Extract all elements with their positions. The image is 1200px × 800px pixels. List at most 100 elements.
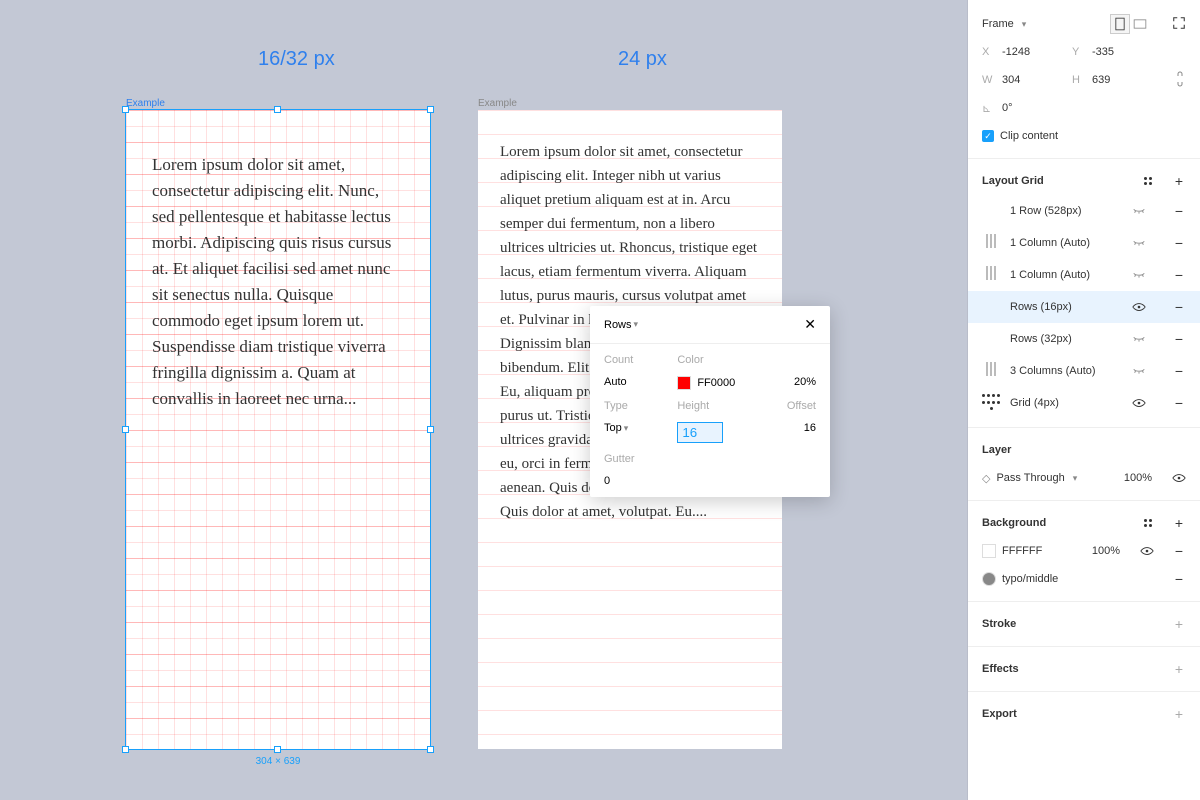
count-label: Count (604, 354, 669, 366)
resize-handle[interactable] (274, 746, 281, 753)
eye-closed-icon[interactable] (1132, 332, 1146, 346)
frame-label-1[interactable]: Example (126, 98, 165, 109)
eye-closed-icon[interactable] (1132, 364, 1146, 378)
grid-settings-popup: Rows ▾ ✕ Count Color Auto FF0000 20% Typ… (590, 306, 830, 497)
popup-title[interactable]: Rows (604, 319, 632, 331)
eye-icon[interactable] (1172, 471, 1186, 485)
grid-item-label: 3 Columns (Auto) (1010, 365, 1122, 377)
bg-opacity-input[interactable]: 100% (1092, 545, 1120, 557)
h-label: H (1072, 74, 1086, 86)
layout-grid-item[interactable]: Rows (32px) (968, 323, 1200, 355)
type-dropdown[interactable]: Top (604, 422, 622, 434)
grid-item-label: 1 Row (528px) (1010, 205, 1122, 217)
rows-icon[interactable] (982, 202, 1000, 220)
resize-handle[interactable] (122, 426, 129, 433)
grid-color-swatch[interactable] (677, 376, 691, 390)
background-title: Background (982, 517, 1046, 529)
add-effect-button[interactable] (1172, 662, 1186, 676)
columns-icon[interactable] (982, 266, 1000, 284)
blend-mode-icon: ◇ (982, 472, 990, 485)
h-input[interactable]: 639 (1092, 74, 1136, 86)
constrain-proportions-icon[interactable] (1174, 71, 1186, 90)
add-grid-button[interactable] (1172, 174, 1186, 188)
resize-handle[interactable] (427, 746, 434, 753)
clip-content-checkbox[interactable]: ✓ (982, 130, 994, 142)
y-label: Y (1072, 46, 1086, 58)
layout-grid-item[interactable]: 1 Column (Auto) (968, 227, 1200, 259)
resize-handle[interactable] (122, 106, 129, 113)
rows-icon[interactable] (982, 330, 1000, 348)
layout-grid-item[interactable]: Grid (4px) (968, 387, 1200, 419)
x-label: X (982, 46, 996, 58)
columns-icon[interactable] (982, 234, 1000, 252)
add-bg-button[interactable] (1172, 516, 1186, 530)
y-input[interactable]: -335 (1092, 46, 1114, 58)
resize-handle[interactable] (427, 426, 434, 433)
remove-style-button[interactable] (1172, 572, 1186, 586)
layout-grid-item[interactable]: 3 Columns (Auto) (968, 355, 1200, 387)
effects-title: Effects (982, 663, 1019, 675)
chevron-down-icon: ▾ (634, 319, 639, 330)
resize-handle[interactable] (427, 106, 434, 113)
frame-type-dropdown[interactable]: Frame (982, 18, 1014, 30)
remove-grid-button[interactable] (1172, 204, 1186, 218)
resize-handle[interactable] (122, 746, 129, 753)
offset-input[interactable]: 16 (751, 422, 816, 443)
grid-item-label: 1 Column (Auto) (1010, 237, 1122, 249)
resize-handle[interactable] (274, 106, 281, 113)
style-swatch[interactable] (982, 572, 996, 586)
eye-icon[interactable] (1132, 396, 1146, 410)
gutter-input[interactable]: 0 (604, 475, 816, 487)
eye-closed-icon[interactable] (1132, 204, 1146, 218)
frame-label-2[interactable]: Example (478, 98, 517, 109)
eye-closed-icon[interactable] (1132, 268, 1146, 282)
grid-styles-icon[interactable] (1144, 177, 1152, 185)
height-label: Height (677, 400, 742, 412)
resize-to-fit-icon[interactable] (1172, 16, 1186, 33)
bg-swatch[interactable] (982, 544, 996, 558)
rotation-input[interactable]: 0° (1002, 102, 1013, 114)
eye-icon[interactable] (1132, 300, 1146, 314)
selection-dimensions: 304 × 639 (256, 756, 301, 767)
grid-color-hex[interactable]: FF0000 (697, 377, 735, 389)
height-input[interactable] (677, 422, 723, 443)
add-export-button[interactable] (1172, 707, 1186, 721)
grid-color-opacity[interactable]: 20% (751, 376, 816, 390)
export-title: Export (982, 708, 1017, 720)
w-input[interactable]: 304 (1002, 74, 1066, 86)
add-stroke-button[interactable] (1172, 617, 1186, 631)
eye-icon[interactable] (1140, 544, 1154, 558)
count-input[interactable]: Auto (604, 376, 669, 390)
bg-styles-icon[interactable] (1144, 519, 1152, 527)
remove-grid-button[interactable] (1172, 396, 1186, 410)
x-input[interactable]: -1248 (1002, 46, 1066, 58)
layer-opacity-input[interactable]: 100% (1124, 472, 1152, 484)
bg-hex-input[interactable]: FFFFFF (1002, 545, 1042, 557)
frame-example-1[interactable]: Lorem ipsum dolor sit amet, consectetur … (126, 110, 430, 749)
remove-grid-button[interactable] (1172, 268, 1186, 282)
grid-icon[interactable] (982, 394, 1000, 412)
close-icon[interactable]: ✕ (804, 316, 816, 333)
layout-grid-item[interactable]: Rows (16px) (968, 291, 1200, 323)
gutter-label: Gutter (604, 453, 816, 465)
color-label: Color (677, 354, 816, 366)
inspector-panel: Frame ▾ X -1248 Y -335 W 304 H 639 ⊾ (968, 0, 1200, 800)
columns-icon[interactable] (982, 362, 1000, 380)
eye-closed-icon[interactable] (1132, 236, 1146, 250)
layer-title: Layer (982, 444, 1011, 456)
layout-grid-item[interactable]: 1 Row (528px) (968, 195, 1200, 227)
type-label: Type (604, 400, 669, 412)
grid-item-label: Rows (16px) (1010, 301, 1122, 313)
remove-grid-button[interactable] (1172, 332, 1186, 346)
blend-mode-dropdown[interactable]: Pass Through (996, 472, 1064, 484)
offset-label: Offset (751, 400, 816, 412)
remove-grid-button[interactable] (1172, 236, 1186, 250)
style-name[interactable]: typo/middle (1002, 573, 1058, 585)
layout-grid-item[interactable]: 1 Column (Auto) (968, 259, 1200, 291)
portrait-button[interactable] (1110, 14, 1130, 34)
remove-grid-button[interactable] (1172, 300, 1186, 314)
remove-bg-button[interactable] (1172, 544, 1186, 558)
remove-grid-button[interactable] (1172, 364, 1186, 378)
landscape-button[interactable] (1130, 14, 1150, 34)
rows-icon[interactable] (982, 298, 1000, 316)
